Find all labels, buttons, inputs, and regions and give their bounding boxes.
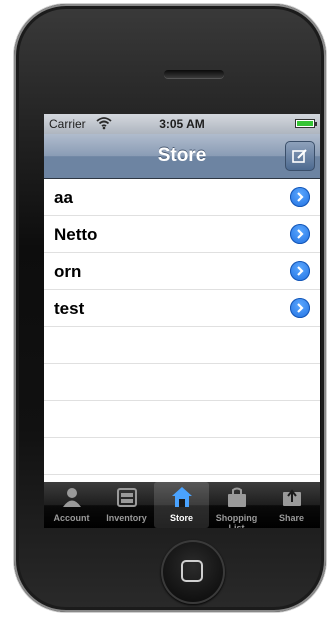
tab-share[interactable]: Share <box>264 482 319 528</box>
empty-row <box>44 438 320 475</box>
person-icon <box>63 488 81 507</box>
detail-disclosure-button[interactable] <box>290 298 310 318</box>
battery-icon <box>295 119 317 128</box>
table-row[interactable]: orn <box>44 253 320 290</box>
compose-button[interactable] <box>285 141 315 171</box>
tab-shopping-list[interactable]: Shopping List <box>209 482 264 528</box>
detail-disclosure-button[interactable] <box>290 224 310 244</box>
tab-inventory[interactable]: Inventory <box>99 482 154 528</box>
tab-bar: Account Inventory Store Shopping List Sh… <box>44 482 320 528</box>
chevron-right-icon <box>297 303 304 313</box>
store-table: aa Netto orn test <box>44 179 320 482</box>
tab-store[interactable]: Store <box>154 482 209 528</box>
navigation-bar: Store <box>44 134 320 179</box>
screen: Carrier 3:05 AM Store aa Netto orn test … <box>44 114 320 528</box>
home-square-icon <box>181 560 203 582</box>
shopping-bag-icon <box>228 487 246 507</box>
inventory-icon <box>117 488 137 507</box>
row-label: test <box>54 299 85 318</box>
tab-label: Inventory <box>106 513 147 523</box>
empty-row <box>44 401 320 438</box>
row-label: orn <box>54 262 82 281</box>
tab-label: Share <box>278 513 304 523</box>
row-label: aa <box>54 188 73 207</box>
table-row[interactable]: Netto <box>44 216 320 253</box>
store-icon <box>172 487 192 507</box>
tab-label: Store <box>169 513 193 523</box>
table-row[interactable]: aa <box>44 179 320 216</box>
row-label: Netto <box>54 225 98 244</box>
table-row[interactable]: test <box>44 290 320 327</box>
status-time: 3:05 AM <box>159 117 205 131</box>
tab-label: Account <box>53 513 90 523</box>
empty-row <box>44 327 320 364</box>
share-icon <box>283 489 301 506</box>
compose-icon <box>292 149 307 163</box>
earpiece-speaker <box>164 70 224 78</box>
home-button[interactable] <box>161 540 225 604</box>
status-bar: Carrier 3:05 AM <box>44 114 320 134</box>
detail-disclosure-button[interactable] <box>290 187 310 207</box>
tab-account[interactable]: Account <box>44 482 99 528</box>
page-title: Store <box>157 145 207 166</box>
detail-disclosure-button[interactable] <box>290 261 310 281</box>
empty-row <box>44 364 320 401</box>
chevron-right-icon <box>297 229 304 239</box>
tab-label: Shopping List <box>215 513 258 528</box>
chevron-right-icon <box>297 192 304 202</box>
chevron-right-icon <box>297 266 304 276</box>
